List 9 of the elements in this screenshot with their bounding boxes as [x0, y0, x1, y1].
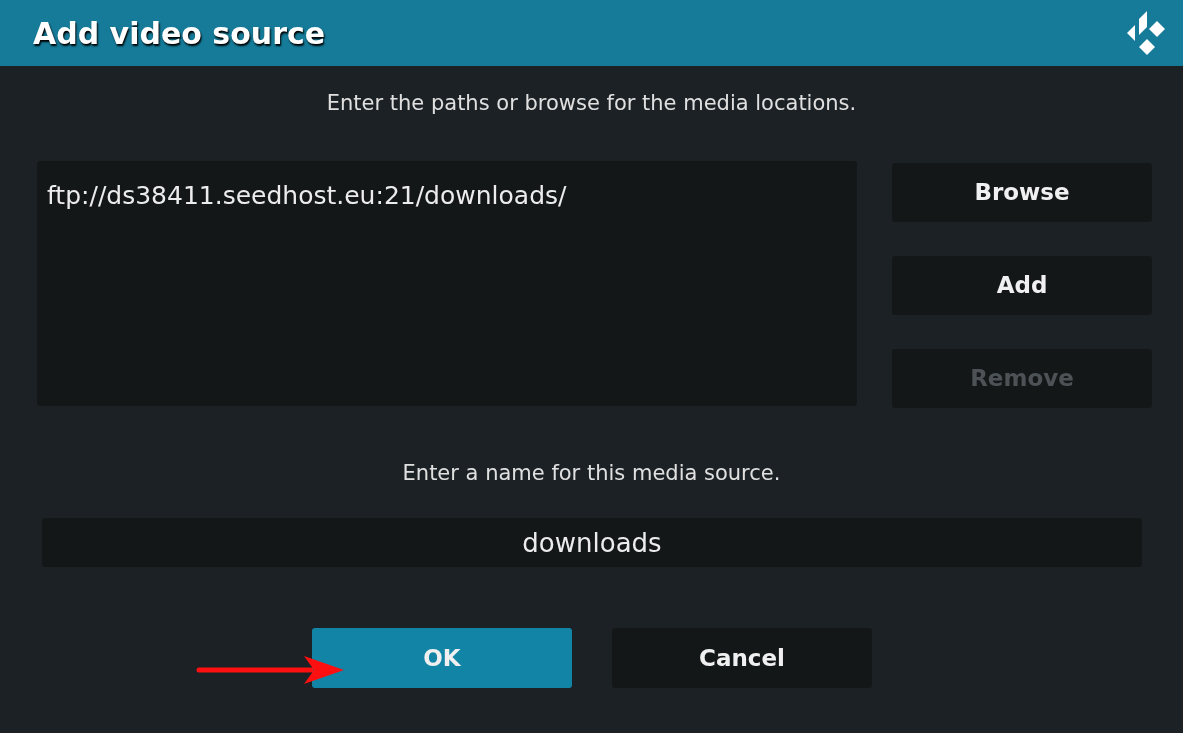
- dialog-button[interactable]: Cancel: [612, 628, 872, 688]
- path-item[interactable]: ftp://ds38411.seedhost.eu:21/downloads/: [47, 179, 567, 213]
- paths-prompt: Enter the paths or browse for the media locations.: [326, 90, 857, 117]
- name-field[interactable]: downloads: [42, 518, 1142, 567]
- name-prompt: Enter a name for this media source.: [402, 460, 781, 487]
- side-button[interactable]: Add: [892, 256, 1152, 315]
- side-button[interactable]: Browse: [892, 163, 1152, 222]
- window-title: Add video source: [33, 14, 326, 53]
- dialog-button[interactable]: OK: [312, 628, 572, 688]
